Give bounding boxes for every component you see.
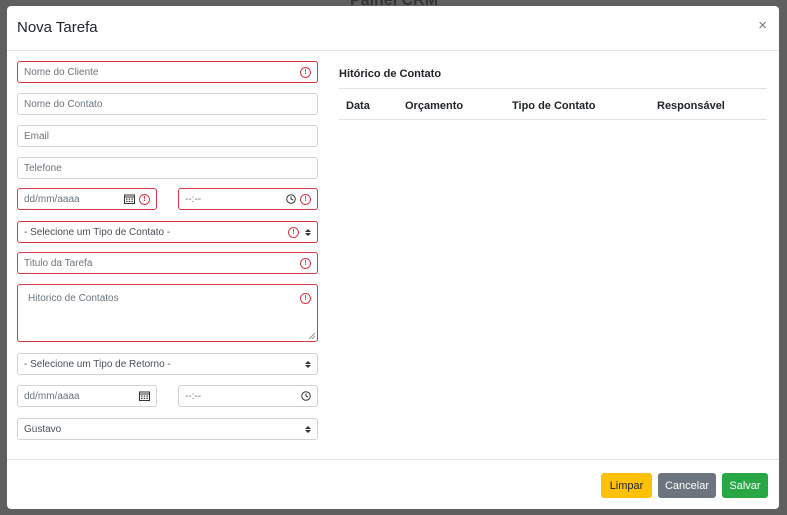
error-icon: ! [300, 293, 311, 304]
clear-button[interactable]: Limpar [601, 473, 652, 498]
history-divider [339, 88, 767, 89]
modal-title: Nova Tarefa [17, 19, 98, 36]
return-time-placeholder: --:-- [185, 390, 202, 402]
select-caret-icon [305, 424, 311, 434]
select-caret-icon [305, 359, 311, 369]
contact-type-select[interactable]: - Selecione um Tipo de Contato - ! [17, 221, 318, 243]
task-title-input[interactable]: Titulo da Tarefa ! [17, 252, 318, 274]
contact-history-placeholder: Hitorico de Contatos [28, 293, 119, 304]
column-header-data: Data [339, 93, 398, 120]
client-name-input[interactable]: Nome do Cliente ! [17, 61, 318, 83]
history-table: Data Orçamento Tipo de Contato Responsáv… [339, 93, 767, 120]
close-button[interactable]: × [758, 18, 767, 33]
error-icon: ! [300, 257, 311, 269]
return-type-selected: - Selecione um Tipo de Retorno - [24, 358, 171, 370]
return-date-placeholder: dd/mm/aaaa [24, 390, 80, 402]
error-icon: ! [300, 66, 311, 78]
select-caret-icon [305, 227, 311, 237]
task-time-placeholder: --:-- [185, 193, 202, 205]
calendar-icon[interactable] [139, 391, 150, 401]
column-header-orcamento: Orçamento [398, 93, 505, 120]
contact-name-placeholder: Nome do Contato [24, 98, 103, 110]
cancel-button[interactable]: Cancelar [658, 473, 716, 498]
task-date-placeholder: dd/mm/aaaa [24, 193, 80, 205]
assignee-selected: Gustavo [24, 423, 62, 435]
calendar-icon[interactable] [124, 194, 135, 204]
contact-history-textarea[interactable]: Hitorico de Contatos ! [17, 284, 318, 342]
error-icon: ! [300, 193, 311, 205]
clock-icon[interactable] [301, 391, 311, 401]
history-title: Hitórico de Contato [339, 68, 442, 80]
error-icon: ! [139, 193, 150, 205]
return-type-select[interactable]: - Selecione um Tipo de Retorno - [17, 353, 318, 375]
contact-name-input[interactable]: Nome do Contato [17, 93, 318, 115]
resize-handle-icon[interactable] [309, 333, 315, 339]
phone-input[interactable]: Telefone [17, 157, 318, 179]
task-title-placeholder: Titulo da Tarefa [24, 257, 93, 269]
email-input[interactable]: Email [17, 125, 318, 147]
column-header-responsavel: Responsável [650, 93, 767, 120]
modal-body: Nome do Cliente ! Nome do Contato Email … [7, 51, 779, 459]
error-icon: ! [288, 226, 299, 238]
email-placeholder: Email [24, 130, 50, 142]
contact-type-selected: - Selecione um Tipo de Contato - [24, 226, 171, 238]
modal-header: Nova Tarefa × [7, 6, 779, 51]
return-time-input[interactable]: --:-- [178, 385, 318, 407]
task-date-input[interactable]: dd/mm/aaaa ! [17, 188, 157, 210]
phone-placeholder: Telefone [24, 162, 62, 174]
assignee-select[interactable]: Gustavo [17, 418, 318, 440]
task-time-input[interactable]: --:-- ! [178, 188, 318, 210]
modal-footer: Limpar Cancelar Salvar [7, 459, 779, 510]
history-header-row: Data Orçamento Tipo de Contato Responsáv… [339, 93, 767, 120]
client-name-placeholder: Nome do Cliente [24, 66, 99, 78]
column-header-tipo-contato: Tipo de Contato [505, 93, 650, 120]
return-date-input[interactable]: dd/mm/aaaa [17, 385, 157, 407]
save-button[interactable]: Salvar [722, 473, 768, 498]
clock-icon[interactable] [286, 194, 296, 204]
new-task-modal: Nova Tarefa × Nome do Cliente ! Nome do … [7, 6, 779, 509]
